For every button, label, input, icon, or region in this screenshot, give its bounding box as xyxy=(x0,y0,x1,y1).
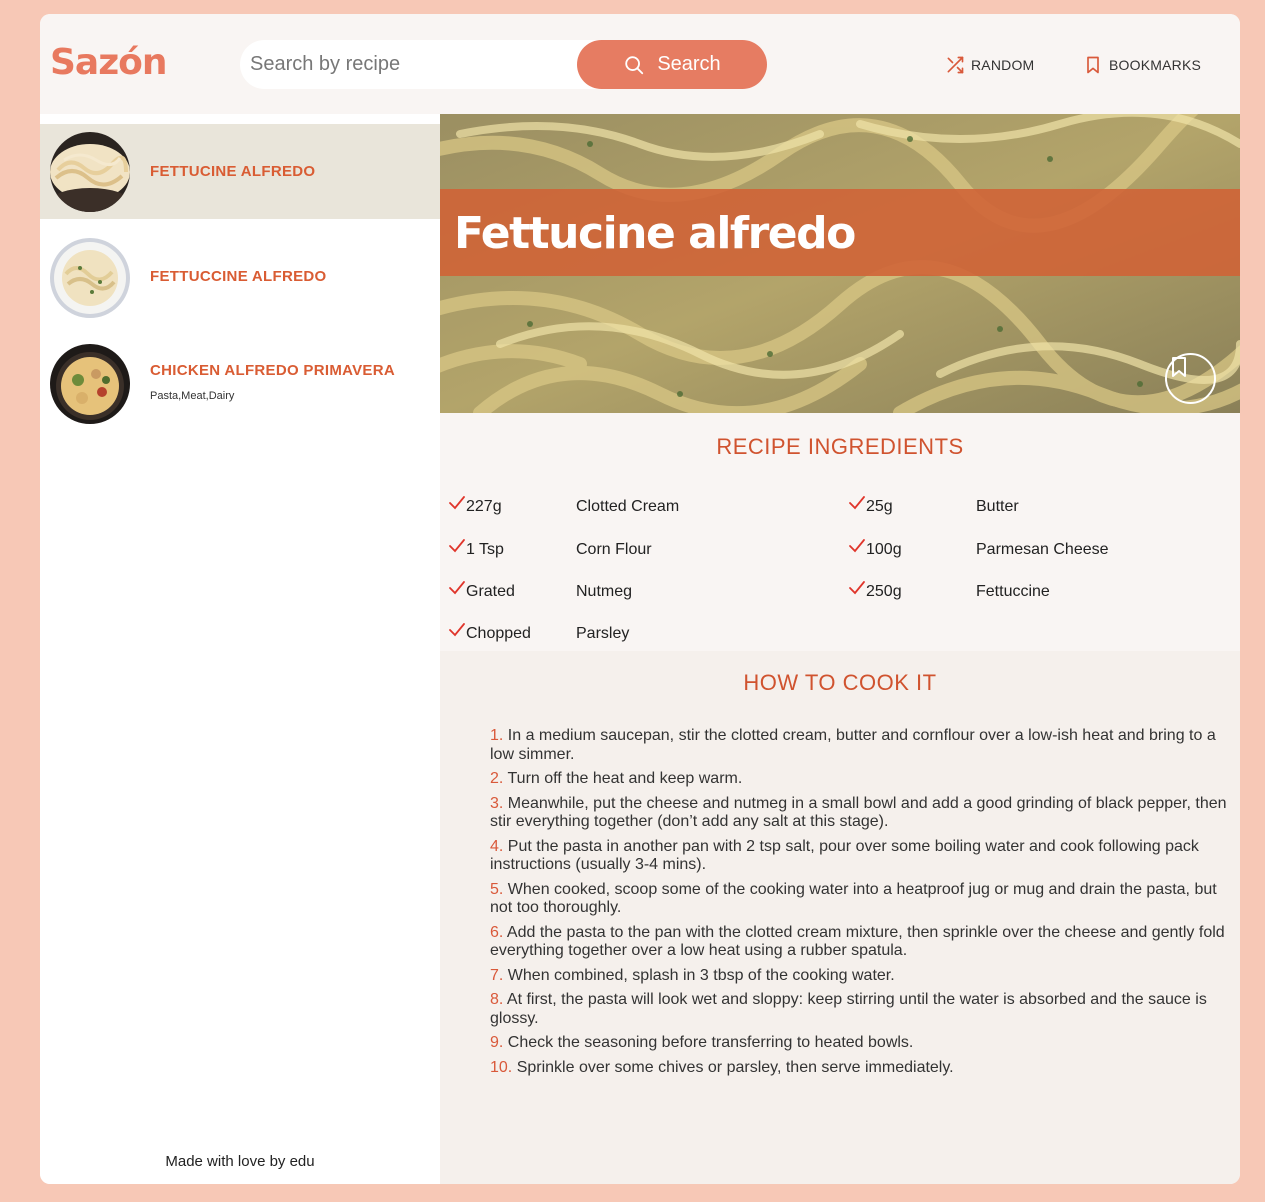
check-icon xyxy=(849,496,865,510)
step-item: 8. At first, the pasta will look wet and… xyxy=(490,991,1235,1028)
step-text: Turn off the heat and keep warm. xyxy=(507,770,743,787)
ingredient-quantity: 25g xyxy=(866,498,893,515)
bookmark-recipe-button[interactable] xyxy=(1165,353,1216,404)
step-text: Add the pasta to the pan with the clotte… xyxy=(490,923,1225,960)
ingredient-quantity: Chopped xyxy=(466,625,531,642)
header: Sazón Search RANDOM BOOKMARKS xyxy=(40,14,1240,114)
check-icon xyxy=(449,539,465,553)
ingredient-item: 227g Clotted Cream xyxy=(448,492,679,516)
ingredient-name: Corn Flour xyxy=(576,541,652,558)
bookmark-icon xyxy=(1087,56,1099,74)
bookmark-icon xyxy=(1172,357,1186,377)
step-number: 10. xyxy=(490,1058,513,1076)
recipe-hero-image: Fettucine alfredo xyxy=(440,114,1240,413)
ingredient-item: 100g Parmesan Cheese xyxy=(848,535,1109,559)
result-title: FETTUCCINE ALFREDO xyxy=(150,268,327,285)
ingredient-name: Parsley xyxy=(576,625,630,642)
step-text: At first, the pasta will look wet and sl… xyxy=(490,991,1207,1027)
step-item: 7. When combined, splash in 3 tbsp of th… xyxy=(490,967,1235,986)
step-item: 10. Sprinkle over some chives or parsley… xyxy=(490,1059,1235,1078)
steps-list: 1. In a medium saucepan, stir the clotte… xyxy=(490,727,1235,1083)
bookmarks-label: BOOKMARKS xyxy=(1109,57,1202,73)
search-bar: Search xyxy=(240,40,767,89)
ingredient-quantity: 100g xyxy=(866,541,902,558)
logo[interactable]: Sazón xyxy=(50,42,168,83)
step-text: Sprinkle over some chives or parsley, th… xyxy=(516,1058,954,1076)
step-number: 1. xyxy=(490,727,504,744)
step-item: 2. Turn off the heat and keep warm. xyxy=(490,770,1235,789)
step-text: When cooked, scoop some of the cooking w… xyxy=(490,880,1217,917)
result-thumbnail xyxy=(50,238,130,318)
cooking-instructions: HOW TO COOK IT 1. In a medium saucepan, … xyxy=(440,651,1240,1184)
step-number: 2. xyxy=(490,770,504,787)
random-button[interactable]: RANDOM xyxy=(945,54,1034,76)
ingredient-name: Clotted Cream xyxy=(576,498,680,515)
ingredient-quantity: 227g xyxy=(466,498,502,515)
shuffle-icon xyxy=(947,56,964,74)
step-item: 9. Check the seasoning before transferri… xyxy=(490,1034,1235,1053)
step-text: Meanwhile, put the cheese and nutmeg in … xyxy=(490,794,1227,831)
search-results: FETTUCINE ALFREDO FETTUCCINE ALFREDO CHI… xyxy=(40,114,440,1184)
recipe-view: Fettucine alfredo RECIPE INGREDIENTS 227… xyxy=(440,114,1240,1184)
step-number: 8. xyxy=(490,991,504,1008)
check-icon xyxy=(449,496,465,510)
check-icon xyxy=(449,581,465,595)
result-tags: Pasta,Meat,Dairy xyxy=(150,390,235,402)
ingredient-name: Parmesan Cheese xyxy=(976,541,1109,558)
ingredient-item: 250g Fettuccine xyxy=(848,577,1050,601)
result-item[interactable]: FETTUCCINE ALFREDO xyxy=(40,229,440,324)
footer-credit: Made with love by edu xyxy=(165,1153,315,1170)
step-text: In a medium saucepan, stir the clotted c… xyxy=(490,727,1216,763)
check-icon xyxy=(449,623,465,637)
result-item[interactable]: CHICKEN ALFREDO PRIMAVERA Pasta,Meat,Dai… xyxy=(40,338,440,433)
ingredient-item: Chopped Parsley xyxy=(448,619,629,643)
cook-heading: HOW TO COOK IT xyxy=(743,670,937,695)
step-number: 5. xyxy=(490,880,504,898)
step-item: 5. When cooked, scoop some of the cookin… xyxy=(490,881,1235,918)
recipe-title: Fettucine alfredo xyxy=(454,208,856,259)
step-text: Put the pasta in another pan with 2 tsp … xyxy=(490,837,1199,874)
step-text: When combined, splash in 3 tbsp of the c… xyxy=(507,966,895,984)
step-number: 6. xyxy=(490,923,504,941)
step-number: 9. xyxy=(490,1034,504,1051)
step-number: 4. xyxy=(490,837,504,855)
random-label: RANDOM xyxy=(971,57,1035,73)
result-thumbnail xyxy=(50,344,130,424)
ingredient-item: Grated Nutmeg xyxy=(448,577,632,601)
ingredient-name: Fettuccine xyxy=(976,583,1050,600)
result-item[interactable]: FETTUCINE ALFREDO xyxy=(40,124,440,219)
ingredient-quantity: 250g xyxy=(866,583,902,600)
ingredient-name: Butter xyxy=(976,498,1019,515)
step-item: 6. Add the pasta to the pan with the clo… xyxy=(490,924,1235,961)
search-icon xyxy=(625,55,644,74)
ingredient-name: Nutmeg xyxy=(576,583,633,600)
ingredient-item: 25g Butter xyxy=(848,492,1019,516)
search-input[interactable] xyxy=(250,48,570,81)
ingredients-heading: RECIPE INGREDIENTS xyxy=(716,434,964,459)
ingredient-quantity: Grated xyxy=(466,583,515,600)
step-text: Check the seasoning before transferring … xyxy=(507,1034,914,1051)
check-icon xyxy=(849,539,865,553)
search-button[interactable]: Search xyxy=(577,40,767,89)
step-item: 1. In a medium saucepan, stir the clotte… xyxy=(490,727,1235,764)
step-number: 7. xyxy=(490,966,504,984)
ingredient-item: 1 Tsp Corn Flour xyxy=(448,535,652,559)
result-title: FETTUCINE ALFREDO xyxy=(150,163,316,180)
result-thumbnail xyxy=(50,132,130,212)
check-icon xyxy=(849,581,865,595)
step-item: 3. Meanwhile, put the cheese and nutmeg … xyxy=(490,795,1235,832)
step-item: 4. Put the pasta in another pan with 2 t… xyxy=(490,838,1235,875)
app-window: Sazón Search RANDOM BOOKMARKS xyxy=(40,14,1240,1184)
result-title: CHICKEN ALFREDO PRIMAVERA xyxy=(150,362,396,379)
search-button-label: Search xyxy=(657,53,721,75)
step-number: 3. xyxy=(490,794,504,812)
ingredient-quantity: 1 Tsp xyxy=(466,541,504,558)
bookmarks-button[interactable]: BOOKMARKS xyxy=(1083,54,1201,76)
